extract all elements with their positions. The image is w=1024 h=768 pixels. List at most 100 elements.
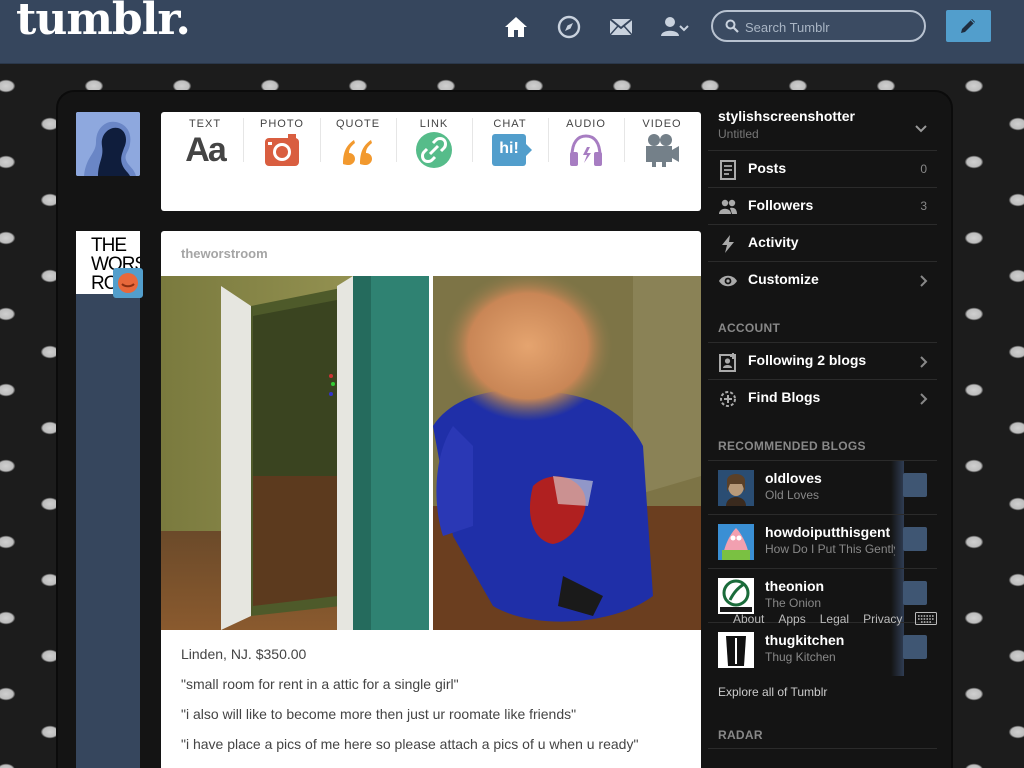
- keyboard-shortcuts-icon[interactable]: [915, 612, 937, 630]
- post-type-label: PHOTO: [260, 118, 304, 130]
- camera-icon: [264, 132, 300, 168]
- text-aa-icon: Aa: [185, 131, 226, 169]
- recommended-blogs-heading: RECOMMENDED BLOGS: [718, 439, 866, 453]
- link-icon: [416, 132, 452, 168]
- post-type-label: LINK: [419, 118, 449, 130]
- compose-post-button[interactable]: [946, 10, 991, 42]
- post-type-label: VIDEO: [642, 118, 682, 130]
- explore-compass-icon[interactable]: [556, 14, 582, 40]
- blog-title: Untitled: [718, 127, 759, 141]
- thugkitchen-avatar[interactable]: [718, 632, 754, 668]
- account-heading: ACCOUNT: [718, 321, 781, 335]
- post-type-text[interactable]: TEXT Aa: [167, 112, 243, 172]
- post-type-audio[interactable]: AUDIO: [548, 112, 624, 172]
- chevron-right-icon: [920, 274, 928, 292]
- caption-line: Linden, NJ. $350.00: [181, 646, 307, 662]
- recommended-blog-row[interactable]: howdoiputthisgent How Do I Put This Gent…: [708, 514, 937, 568]
- sidebar-item-label: Following 2 blogs: [748, 352, 867, 368]
- footer-link-apps[interactable]: Apps: [778, 612, 805, 626]
- post-photo-room[interactable]: [161, 276, 429, 630]
- recommended-blog-title: Thug Kitchen: [765, 650, 836, 664]
- post-type-photo[interactable]: PHOTO: [244, 112, 320, 172]
- footer-link-about[interactable]: About: [733, 612, 764, 626]
- tumblr-logo[interactable]: tumblr.: [16, 0, 191, 45]
- recommended-blog-title: The Onion: [765, 596, 822, 610]
- caption-line: "i also will like to become more then ju…: [181, 706, 577, 722]
- caption-line: "i have place a pics of me here so pleas…: [181, 736, 639, 752]
- find-blogs-icon: [718, 389, 738, 409]
- inbox-mail-icon[interactable]: [608, 14, 634, 40]
- sidebar-item-label: Followers: [748, 197, 814, 213]
- post-caption: Linden, NJ. $350.00 "small room for rent…: [181, 645, 681, 765]
- chevron-right-icon: [920, 355, 928, 373]
- chat-bubble-icon: hi!: [492, 132, 532, 168]
- followers-icon: [718, 197, 738, 217]
- sidebar-item-label: Activity: [748, 234, 799, 250]
- new-post-bar: TEXT Aa PHOTO QUOTE LINK CHAT hi! AUDIO: [161, 112, 701, 211]
- video-camera-icon: [644, 132, 680, 168]
- explore-all-link[interactable]: Explore all of Tumblr: [718, 685, 827, 699]
- top-navigation-bar: tumblr.: [0, 0, 1024, 64]
- recommended-blog-row[interactable]: thugkitchen Thug Kitchen: [708, 622, 937, 676]
- chat-glyph: hi!: [499, 140, 519, 157]
- footer-link-legal[interactable]: Legal: [820, 612, 849, 626]
- eye-icon: [718, 271, 738, 291]
- caption-line: "small room for rent in a attic for a si…: [181, 676, 459, 692]
- sidebar-item-label: Posts: [748, 160, 787, 176]
- post-photo-person[interactable]: [433, 276, 701, 630]
- home-icon[interactable]: [503, 14, 529, 40]
- post-type-quote[interactable]: QUOTE: [320, 112, 396, 172]
- follow-button[interactable]: [903, 473, 927, 497]
- post-type-video[interactable]: VIDEO: [624, 112, 700, 172]
- post-author-name[interactable]: theworstroom: [181, 246, 268, 261]
- post-type-link[interactable]: LINK: [396, 112, 472, 172]
- search-icon: [725, 19, 739, 33]
- follow-button[interactable]: [903, 581, 927, 605]
- post-avatar-rail: [76, 294, 140, 768]
- sidebar-item-followers[interactable]: Followers 3: [708, 187, 937, 224]
- search-bar[interactable]: [711, 10, 926, 42]
- recommended-blog-name[interactable]: theonion: [765, 578, 905, 594]
- sidebar-item-count: 0: [920, 162, 927, 176]
- recommended-blog-title: Old Loves: [765, 488, 820, 502]
- footer-link-privacy[interactable]: Privacy: [863, 612, 902, 626]
- post-type-label: TEXT: [188, 118, 222, 130]
- oldloves-avatar[interactable]: [718, 470, 754, 506]
- post-card: theworstroom Linden, NJ. $350.00 "small …: [161, 231, 701, 768]
- follow-button[interactable]: [903, 635, 927, 659]
- sidebar-item-following[interactable]: Following 2 blogs: [708, 342, 937, 379]
- posts-icon: [718, 160, 738, 180]
- post-type-label: QUOTE: [335, 118, 381, 130]
- post-type-chat[interactable]: CHAT hi!: [472, 112, 548, 172]
- quote-icon: [340, 132, 376, 168]
- sidebar-item-customize[interactable]: Customize: [708, 261, 937, 298]
- sidebar-item-posts[interactable]: Posts 0: [708, 150, 937, 187]
- post-type-label: AUDIO: [566, 118, 606, 130]
- sidebar-item-activity[interactable]: Activity: [708, 224, 937, 261]
- lightning-icon: [718, 234, 738, 254]
- pencil-icon: [961, 19, 975, 33]
- headphones-icon: [568, 132, 604, 168]
- recommended-blog-name[interactable]: oldloves: [765, 470, 905, 486]
- sidebar-item-label: Customize: [748, 271, 819, 287]
- patrick-avatar[interactable]: [718, 524, 754, 560]
- follow-button[interactable]: [903, 527, 927, 551]
- search-input[interactable]: [745, 18, 920, 36]
- sidebar-item-find-blogs[interactable]: Find Blogs: [708, 379, 937, 416]
- avatar-text-line: THE: [91, 235, 127, 256]
- onion-avatar[interactable]: [718, 578, 754, 614]
- recommended-blog-name[interactable]: thugkitchen: [765, 632, 905, 648]
- footer-links: About Apps Legal Privacy: [733, 612, 916, 626]
- user-avatar[interactable]: [76, 112, 140, 176]
- sidebar-item-label: Find Blogs: [748, 389, 821, 405]
- chevron-right-icon: [920, 392, 928, 410]
- recommended-blog-row[interactable]: oldloves Old Loves: [708, 460, 937, 514]
- chevron-down-icon[interactable]: [915, 120, 927, 138]
- recommended-blog-name[interactable]: howdoiputthisgent: [765, 524, 905, 540]
- radar-heading: RADAR: [718, 728, 763, 742]
- account-person-icon[interactable]: [660, 14, 689, 40]
- post-type-label: CHAT: [493, 118, 527, 130]
- blog-badge-icon: [113, 268, 143, 298]
- radar-section: [708, 748, 937, 768]
- blog-name[interactable]: stylishscreenshotter: [718, 108, 855, 124]
